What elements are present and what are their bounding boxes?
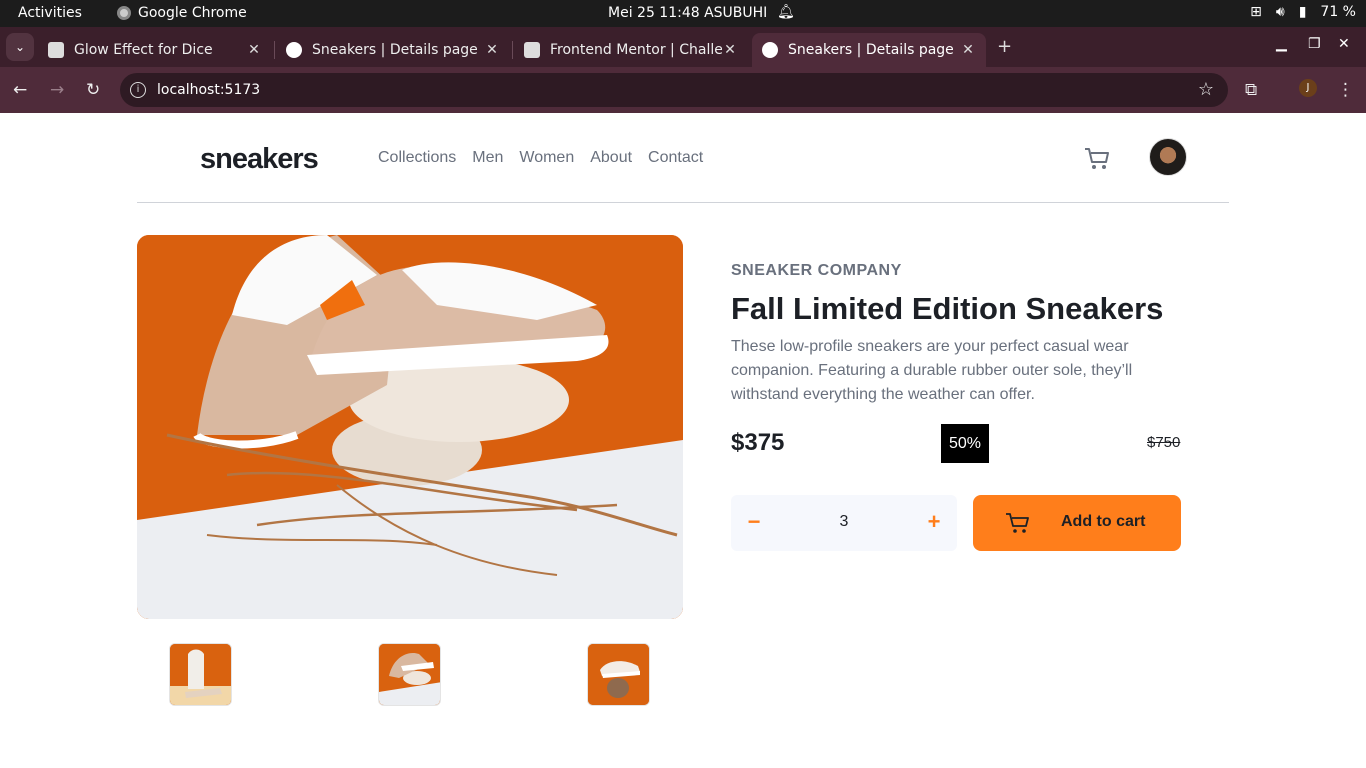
battery-percent: 71 % [1320,4,1356,20]
company-label: SNEAKER COMPANY [731,262,902,279]
original-price: $750 [1147,434,1181,451]
extensions-icon[interactable]: ⧉ [1245,80,1257,100]
browser-toolbar: ← → ↻ i localhost:5173 ☆ ⧉ ⋮ [0,67,1366,113]
increase-quantity-button[interactable]: + [922,509,946,537]
web-page: sneakers Collections Men Women About Con… [0,113,1366,768]
user-avatar[interactable] [1149,138,1187,176]
tab-sneakers-active[interactable]: Sneakers | Details page ✕ [752,33,986,67]
product-description: These low-profile sneakers are your perf… [731,338,1133,403]
quantity-stepper: − 3 + [731,495,957,551]
address-bar[interactable]: i localhost:5173 ☆ [120,73,1228,107]
globe-favicon-icon [286,42,302,58]
header-divider [137,202,1229,203]
close-tab-icon[interactable]: ✕ [484,42,500,58]
forward-arrow-icon[interactable]: → [50,80,64,100]
nav-about[interactable]: About [590,149,632,167]
current-price: $375 [731,429,785,456]
app-menu[interactable]: Google Chrome [117,5,247,21]
tab-title: Glow Effect for Dice [74,42,213,58]
tab-separator [274,41,275,59]
nav-women[interactable]: Women [519,149,574,167]
chrome-icon [117,6,131,20]
tab-title: Frontend Mentor | Challe [550,42,722,58]
discount-badge: 50% [941,424,989,463]
product-title: Fall Limited Edition Sneakers [731,291,1164,326]
site-logo[interactable]: sneakers [200,143,319,176]
sneaker-photo-illustration [137,235,683,619]
back-arrow-icon[interactable]: ← [13,80,27,100]
site-info-icon[interactable]: i [130,82,146,98]
network-icon: ⊞ [1250,4,1262,20]
tab-strip: ⌄ Glow Effect for Dice ✕ Sneakers | Deta… [0,27,1366,67]
tab-glow-effect[interactable]: Glow Effect for Dice ✕ [38,33,272,67]
cart-icon [1085,148,1109,169]
notification-bell-icon: 🔔︎ [777,4,795,20]
bookmark-star-icon[interactable]: ☆ [1198,79,1214,100]
minimize-icon[interactable]: ▁ [1276,36,1287,52]
close-window-icon[interactable]: ✕ [1338,36,1350,52]
tab-separator [512,41,513,59]
add-to-cart-label: Add to cart [1061,513,1146,530]
globe-favicon-icon [762,42,778,58]
close-tab-icon[interactable]: ✕ [722,42,738,58]
thumbnail-1-image [170,644,231,705]
product-main-image[interactable] [137,235,683,619]
thumbnail-3[interactable] [587,643,650,706]
profile-avatar[interactable]: J [1299,79,1317,97]
nav-contact[interactable]: Contact [648,149,703,167]
thumbnail-2[interactable] [378,643,441,706]
thumbnail-3-image [588,644,649,705]
maximize-icon[interactable]: ❐ [1308,36,1321,52]
thumbnail-2-image [379,644,440,705]
nav-collections[interactable]: Collections [378,149,456,167]
battery-icon: ▮ [1298,4,1307,20]
add-to-cart-button[interactable]: Add to cart [973,495,1181,551]
main-nav: Collections Men Women About Contact [378,149,703,167]
activities-button[interactable]: Activities [18,5,82,21]
chrome-menu-icon[interactable]: ⋮ [1337,80,1354,100]
tab-search-button[interactable]: ⌄ [6,33,34,61]
tab-title: Sneakers | Details page [788,42,954,58]
nav-men[interactable]: Men [472,149,503,167]
reload-icon[interactable]: ↻ [86,80,100,100]
system-top-bar: Activities Google Chrome Mei 25 11:48 AS… [0,0,1366,27]
app-name: Google Chrome [138,5,247,21]
openai-favicon-icon [48,42,64,58]
close-tab-icon[interactable]: ✕ [960,42,976,58]
volume-icon: 🔊︎ [1275,4,1285,20]
url-text[interactable]: localhost:5173 [157,82,260,98]
close-tab-icon[interactable]: ✕ [246,42,262,58]
cart-icon [1006,513,1029,533]
tab-sneakers-1[interactable]: Sneakers | Details page ✕ [276,33,510,67]
tab-frontend-mentor[interactable]: Frontend Mentor | Challe ✕ [514,33,748,67]
system-tray[interactable]: ⊞ 🔊︎ ▮ 71 % [1250,4,1356,20]
cart-button[interactable] [1083,144,1111,172]
clock[interactable]: Mei 25 11:48 ASUBUHI [608,5,767,21]
tab-title: Sneakers | Details page [312,42,478,58]
new-tab-icon[interactable]: + [997,36,1012,57]
thumbnail-1[interactable] [169,643,232,706]
frontend-mentor-favicon-icon [524,42,540,58]
